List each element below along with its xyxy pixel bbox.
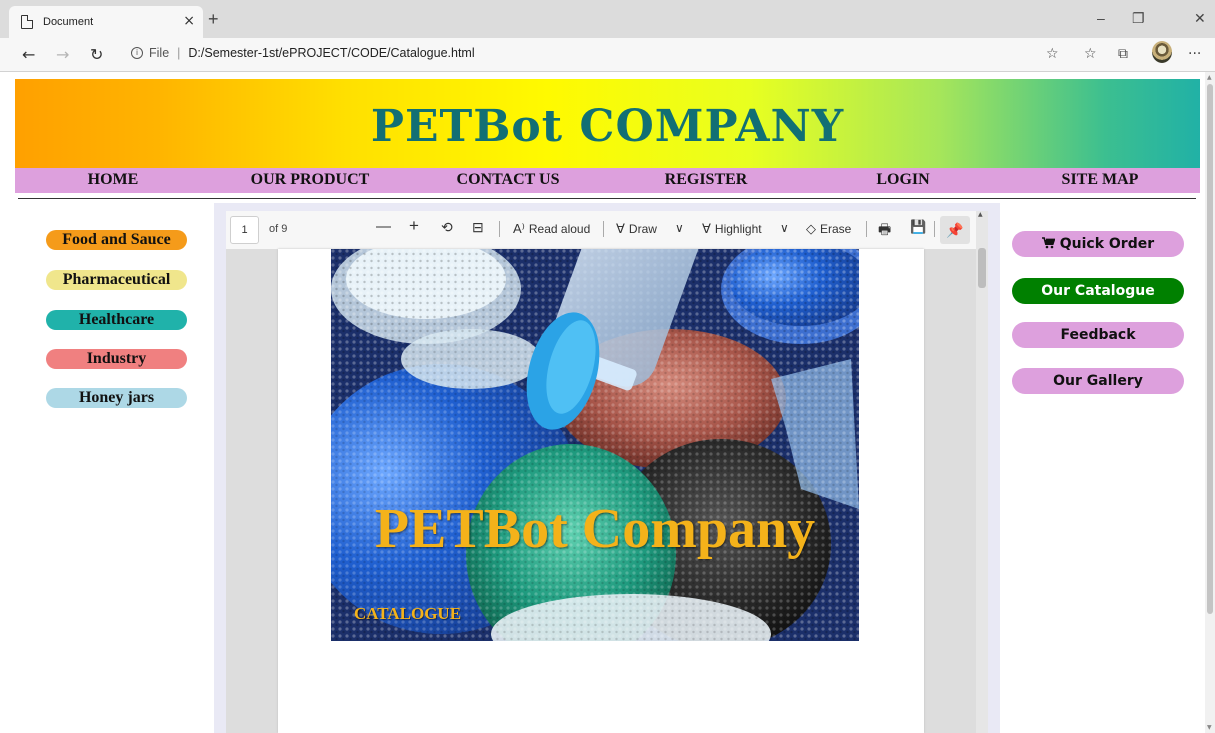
site-header: PETBot COMPANY [15, 79, 1200, 168]
print-icon[interactable]: 🖶 [878, 219, 891, 243]
collections-icon[interactable]: ⧉ [1118, 46, 1128, 62]
page-total: of 9 [269, 223, 288, 235]
pdf-scrollbar[interactable]: ▲ [976, 211, 988, 733]
fit-page-icon[interactable]: ⊟ [472, 219, 484, 236]
favorites-list-icon[interactable]: ☆ [1084, 46, 1097, 62]
highlight-label: Highlight [714, 222, 762, 236]
read-aloud-label: Read aloud [528, 222, 591, 236]
zoom-in-button[interactable]: + [409, 216, 419, 236]
url-field[interactable]: i File | D:/Semester-1st/ePROJECT/CODE/C… [131, 46, 475, 60]
erase-label: Erase [820, 222, 852, 236]
nav-our-product[interactable]: OUR PRODUCT [251, 171, 370, 189]
divider [18, 198, 1196, 199]
feedback-button[interactable]: Feedback [1012, 322, 1184, 348]
cover-subtitle: CATALOGUE [354, 604, 462, 623]
tab-title: Document [43, 16, 94, 28]
toolbar-separator [603, 221, 604, 237]
save-icon[interactable]: 💾 [910, 219, 926, 235]
pdf-viewer: 1 of 9 — + ⟲ ⊟ A⁾ Read aloud ∀ Draw ∨ ∀ Hig… [226, 211, 988, 733]
page-viewport: PETBot COMPANY HOME OUR PRODUCT CONTACT … [0, 72, 1215, 733]
our-catalogue-button[interactable]: Our Catalogue [1012, 278, 1184, 304]
cover-title: PETBot Company [374, 498, 816, 560]
nav-contact-us[interactable]: CONTACT US [457, 171, 560, 189]
nav-register[interactable]: REGISTER [665, 171, 748, 189]
minimize-button[interactable]: – [1097, 10, 1105, 26]
toolbar-separator [934, 221, 935, 237]
nav-home[interactable]: HOME [88, 171, 139, 189]
erase-icon: ◇ [806, 221, 816, 236]
url-separator: | [177, 46, 181, 60]
url-scheme-label: File [149, 46, 170, 60]
pin-toolbar-icon[interactable]: 📌 [940, 216, 970, 244]
favorite-star-icon[interactable]: ☆ [1046, 46, 1059, 62]
quick-order-label: Quick Order [1059, 236, 1155, 252]
erase-button[interactable]: ◇ Erase [806, 221, 851, 237]
page-scrollbar[interactable]: ▲ ▼ [1205, 72, 1215, 733]
tab-close-icon[interactable]: × [183, 13, 195, 29]
draw-label: Draw [628, 222, 657, 236]
more-menu-icon[interactable]: ··· [1188, 46, 1201, 62]
scroll-up-arrow-icon[interactable]: ▲ [978, 211, 983, 218]
quick-order-button[interactable]: Quick Order [1012, 231, 1184, 257]
category-pharmaceutical[interactable]: Pharmaceutical [46, 270, 187, 290]
url-text[interactable]: D:/Semester-1st/ePROJECT/CODE/Catalogue.… [188, 46, 474, 60]
category-honey-jars[interactable]: Honey jars [46, 388, 187, 408]
nav-site-map[interactable]: SITE MAP [1062, 171, 1139, 189]
nav-login[interactable]: LOGIN [876, 171, 929, 189]
plastic-pellets-illustration [331, 249, 859, 641]
category-industry[interactable]: Industry [46, 349, 187, 369]
refresh-icon[interactable]: ↻ [90, 45, 103, 64]
pdf-embed: 1 of 9 — + ⟲ ⊟ A⁾ Read aloud ∀ Draw ∨ ∀ Hig… [214, 203, 1000, 733]
restore-button[interactable]: ❐ [1132, 10, 1145, 27]
site-title: PETBot COMPANY [370, 101, 845, 152]
read-aloud-button[interactable]: A⁾ Read aloud [513, 221, 590, 237]
info-icon[interactable]: i [131, 47, 143, 59]
pdf-page: PETBot Company CATALOGUE [278, 249, 924, 733]
highlight-icon: ∀ [702, 221, 711, 236]
toolbar-separator [866, 221, 867, 237]
new-tab-button[interactable]: + [208, 9, 219, 30]
profile-avatar[interactable] [1152, 41, 1172, 63]
browser-tab-strip: Document × + – ❐ ✕ [0, 0, 1215, 38]
draw-dropdown-chevron-icon[interactable]: ∨ [675, 221, 684, 235]
close-window-button[interactable]: ✕ [1194, 10, 1206, 27]
catalogue-cover-image: PETBot Company CATALOGUE [331, 249, 859, 641]
main-nav: HOME OUR PRODUCT CONTACT US REGISTER LOG… [15, 168, 1200, 193]
cart-icon [1041, 236, 1060, 252]
pdf-scroll-thumb[interactable] [978, 248, 986, 288]
browser-tab[interactable]: Document × [9, 6, 203, 38]
back-icon[interactable]: ← [22, 45, 35, 64]
our-gallery-button[interactable]: Our Gallery [1012, 368, 1184, 394]
highlight-button[interactable]: ∀ Highlight [702, 221, 762, 237]
forward-icon[interactable]: → [56, 45, 69, 64]
category-food-and-sauce[interactable]: Food and Sauce [46, 230, 187, 250]
address-bar: ← → ↻ i File | D:/Semester-1st/ePROJECT/… [0, 38, 1215, 72]
read-aloud-icon: A⁾ [513, 221, 525, 236]
document-icon [21, 14, 34, 29]
scroll-down-arrow-icon[interactable]: ▼ [1207, 724, 1212, 731]
draw-icon: ∀ [616, 221, 625, 236]
highlight-dropdown-chevron-icon[interactable]: ∨ [780, 221, 789, 235]
zoom-out-button[interactable]: — [376, 218, 391, 235]
scroll-up-arrow-icon[interactable]: ▲ [1207, 74, 1212, 81]
rotate-icon[interactable]: ⟲ [441, 219, 453, 236]
pdf-toolbar: 1 of 9 — + ⟲ ⊟ A⁾ Read aloud ∀ Draw ∨ ∀ Hig… [226, 211, 988, 249]
toolbar-separator [499, 221, 500, 237]
page-scroll-thumb[interactable] [1207, 84, 1213, 614]
page-number-input[interactable]: 1 [230, 216, 259, 244]
draw-button[interactable]: ∀ Draw [616, 221, 657, 237]
category-healthcare[interactable]: Healthcare [46, 310, 187, 330]
